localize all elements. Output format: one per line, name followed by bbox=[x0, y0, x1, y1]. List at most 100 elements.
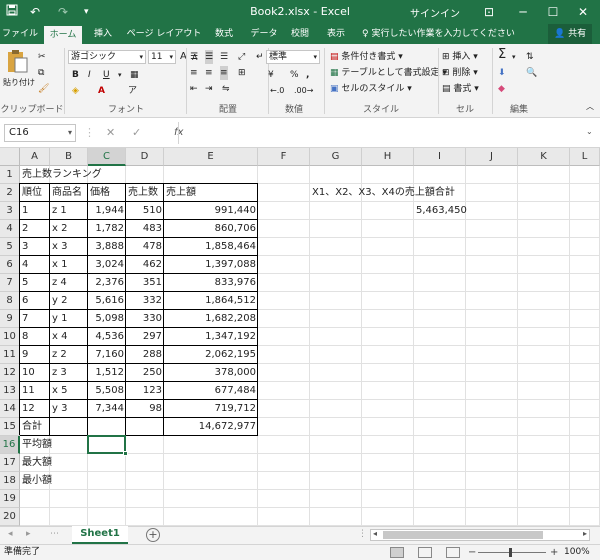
column-header-g[interactable]: G bbox=[310, 148, 362, 166]
cell-c3[interactable]: 1,944 bbox=[88, 202, 126, 220]
cell-d7[interactable]: 351 bbox=[126, 274, 164, 292]
row-header-13[interactable]: 13 bbox=[0, 382, 20, 400]
align-left-icon[interactable]: ≡ bbox=[190, 66, 198, 80]
cell-e6[interactable]: 1,397,088 bbox=[164, 256, 258, 274]
align-bottom-icon[interactable]: ☰ bbox=[220, 50, 228, 64]
cell-c12[interactable]: 1,512 bbox=[88, 364, 126, 382]
tab-insert[interactable]: 挿入 bbox=[86, 24, 120, 44]
tell-me-search[interactable]: ♀ 実行したい作業を入力してください bbox=[362, 24, 515, 44]
row-header-15[interactable]: 15 bbox=[0, 418, 20, 436]
customize-qat-icon[interactable]: ▾ bbox=[84, 3, 89, 21]
currency-button[interactable]: ¥ bbox=[268, 68, 274, 82]
column-header-b[interactable]: B bbox=[50, 148, 88, 166]
row-header-14[interactable]: 14 bbox=[0, 400, 20, 418]
row-header-11[interactable]: 11 bbox=[0, 346, 20, 364]
scrollbar-thumb[interactable] bbox=[383, 531, 543, 539]
font-size-select[interactable]: 11 ▾ bbox=[148, 50, 176, 64]
insert-cells-button[interactable]: ⊞ 挿入 ▾ bbox=[442, 50, 478, 64]
cell-c13[interactable]: 5,508 bbox=[88, 382, 126, 400]
paste-button[interactable] bbox=[6, 48, 30, 78]
cell-e13[interactable]: 677,484 bbox=[164, 382, 258, 400]
tab-formulas[interactable]: 数式 bbox=[206, 24, 242, 44]
cell-a4[interactable]: 2 bbox=[20, 220, 50, 238]
row-header-19[interactable]: 19 bbox=[0, 490, 20, 508]
clear-icon[interactable]: ◆ bbox=[498, 82, 505, 96]
cell-d3[interactable]: 510 bbox=[126, 202, 164, 220]
bold-button[interactable]: B bbox=[72, 68, 79, 82]
cell-a6[interactable]: 4 bbox=[20, 256, 50, 274]
cell-i3[interactable]: 5,463,450 bbox=[414, 202, 467, 220]
row-header-17[interactable]: 17 bbox=[0, 454, 20, 472]
autosum-button[interactable]: Σ bbox=[498, 48, 506, 62]
format-cells-button[interactable]: ▤ 書式 ▾ bbox=[442, 82, 479, 96]
column-header-d[interactable]: D bbox=[126, 148, 164, 166]
tab-page-layout[interactable]: ページ レイアウト bbox=[124, 24, 204, 44]
cell-b6[interactable]: x 1 bbox=[50, 256, 88, 274]
fill-color-icon[interactable]: ◈ bbox=[72, 84, 79, 98]
expand-formula-bar-icon[interactable]: ⌄ bbox=[586, 127, 593, 136]
fill-handle[interactable] bbox=[123, 451, 128, 456]
cell-a11[interactable]: 9 bbox=[20, 346, 50, 364]
column-header-j[interactable]: J bbox=[466, 148, 518, 166]
cell-c10[interactable]: 4,536 bbox=[88, 328, 126, 346]
row-header-2[interactable]: 2 bbox=[0, 184, 20, 202]
redo-icon[interactable]: ↷ bbox=[58, 3, 68, 21]
cell-b4[interactable]: x 2 bbox=[50, 220, 88, 238]
minimize-icon[interactable]: ─ bbox=[512, 2, 534, 22]
comma-button[interactable]: , bbox=[306, 68, 309, 82]
cell-a16[interactable]: 平均額 bbox=[20, 436, 52, 454]
row-header-10[interactable]: 10 bbox=[0, 328, 20, 346]
cell-a12[interactable]: 10 bbox=[20, 364, 50, 382]
cell-d6[interactable]: 462 bbox=[126, 256, 164, 274]
zoom-out-button[interactable]: − bbox=[468, 545, 476, 560]
scroll-right-icon[interactable]: ▸ bbox=[583, 529, 587, 538]
horizontal-scrollbar[interactable]: ◂ ▸ bbox=[370, 529, 590, 541]
font-name-select[interactable]: 游ゴシック ▾ bbox=[68, 50, 146, 64]
cell-a3[interactable]: 1 bbox=[20, 202, 50, 220]
align-middle-icon[interactable]: ☰ bbox=[205, 50, 214, 64]
cell-b5[interactable]: x 3 bbox=[50, 238, 88, 256]
cell-a5[interactable]: 3 bbox=[20, 238, 50, 256]
percent-button[interactable]: % bbox=[290, 68, 299, 82]
cell-e11[interactable]: 2,062,195 bbox=[164, 346, 258, 364]
row-header-8[interactable]: 8 bbox=[0, 292, 20, 310]
share-button[interactable]: 👤 共有 bbox=[548, 24, 593, 44]
normal-view-icon[interactable] bbox=[390, 547, 404, 558]
cell-a7[interactable]: 5 bbox=[20, 274, 50, 292]
cut-icon[interactable]: ✂ bbox=[38, 50, 46, 64]
zoom-slider[interactable] bbox=[478, 552, 546, 553]
column-header-e[interactable]: E bbox=[164, 148, 258, 166]
row-header-7[interactable]: 7 bbox=[0, 274, 20, 292]
formula-bar-handle-icon[interactable]: ⋮ bbox=[84, 124, 95, 142]
spreadsheet-grid[interactable]: ABCDEFGHIJKL 1 2 3 4 5 6 7 8 9 10 11 12 13 14 15 16 17 18… bbox=[0, 148, 600, 526]
orientation-icon[interactable]: ⤢ bbox=[238, 50, 245, 64]
name-box[interactable]: C16 ▾ bbox=[4, 124, 76, 142]
cell-a17[interactable]: 最大額 bbox=[20, 454, 52, 472]
next-sheet-icon[interactable]: ▸ bbox=[26, 529, 31, 539]
row-header-4[interactable]: 4 bbox=[0, 220, 20, 238]
cell-a13[interactable]: 11 bbox=[20, 382, 50, 400]
cell-c2[interactable]: 価格 bbox=[88, 184, 126, 202]
row-header-20[interactable]: 20 bbox=[0, 508, 20, 526]
column-header-a[interactable]: A bbox=[20, 148, 50, 166]
page-break-preview-icon[interactable] bbox=[446, 547, 460, 558]
column-header-l[interactable]: L bbox=[570, 148, 600, 166]
increase-decimal-icon[interactable]: ←.0 bbox=[270, 84, 284, 98]
cell-c4[interactable]: 1,782 bbox=[88, 220, 126, 238]
cell-c14[interactable]: 7,344 bbox=[88, 400, 126, 418]
cell-e7[interactable]: 833,976 bbox=[164, 274, 258, 292]
column-header-f[interactable]: F bbox=[258, 148, 310, 166]
decrease-indent-icon[interactable]: ⇤ bbox=[190, 82, 198, 96]
cell-b9[interactable]: y 1 bbox=[50, 310, 88, 328]
cancel-icon[interactable]: ✕ bbox=[106, 124, 115, 142]
copy-icon[interactable]: ⧉ bbox=[38, 66, 44, 80]
cell-e4[interactable]: 860,706 bbox=[164, 220, 258, 238]
column-header-k[interactable]: K bbox=[518, 148, 570, 166]
zoom-slider-thumb[interactable] bbox=[509, 548, 512, 557]
add-sheet-button[interactable]: + bbox=[146, 528, 160, 542]
cell-e5[interactable]: 1,858,464 bbox=[164, 238, 258, 256]
row-header-5[interactable]: 5 bbox=[0, 238, 20, 256]
cell-e9[interactable]: 1,682,208 bbox=[164, 310, 258, 328]
cell-d10[interactable]: 297 bbox=[126, 328, 164, 346]
cell-c11[interactable]: 7,160 bbox=[88, 346, 126, 364]
